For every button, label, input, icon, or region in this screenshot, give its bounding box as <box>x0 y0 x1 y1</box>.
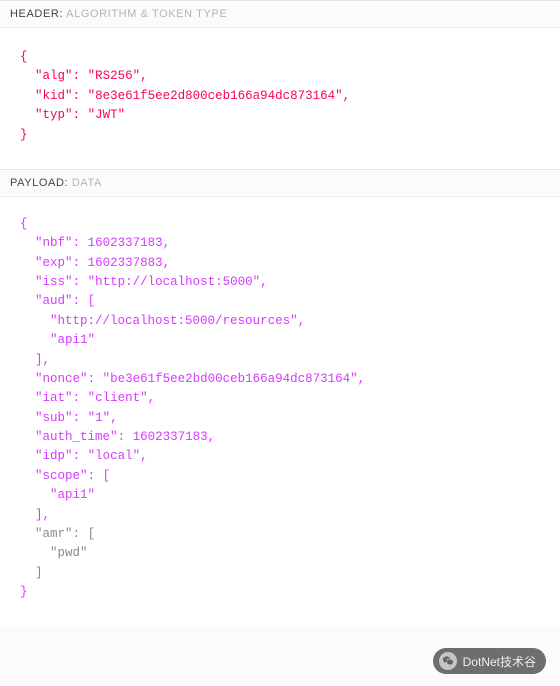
wechat-icon <box>439 652 457 670</box>
watermark-badge: DotNet技术谷 <box>433 648 546 674</box>
section-header: PAYLOAD: DATA <box>0 170 560 197</box>
jwt-header-section: HEADER: ALGORITHM & TOKEN TYPE { "alg": … <box>0 0 560 169</box>
section-header: HEADER: ALGORITHM & TOKEN TYPE <box>0 1 560 28</box>
header-code[interactable]: { "alg": "RS256", "kid": "8e3e61f5ee2d80… <box>0 28 560 169</box>
header-sub: ALGORITHM & TOKEN TYPE <box>66 8 227 20</box>
payload-code[interactable]: { "nbf": 1602337183, "exp": 1602337883, … <box>0 197 560 627</box>
jwt-payload-section: PAYLOAD: DATA { "nbf": 1602337183, "exp"… <box>0 169 560 627</box>
payload-label: PAYLOAD: <box>10 177 68 189</box>
watermark-text: DotNet技术谷 <box>463 653 536 670</box>
payload-sub: DATA <box>72 177 102 189</box>
header-label: HEADER: <box>10 8 63 20</box>
